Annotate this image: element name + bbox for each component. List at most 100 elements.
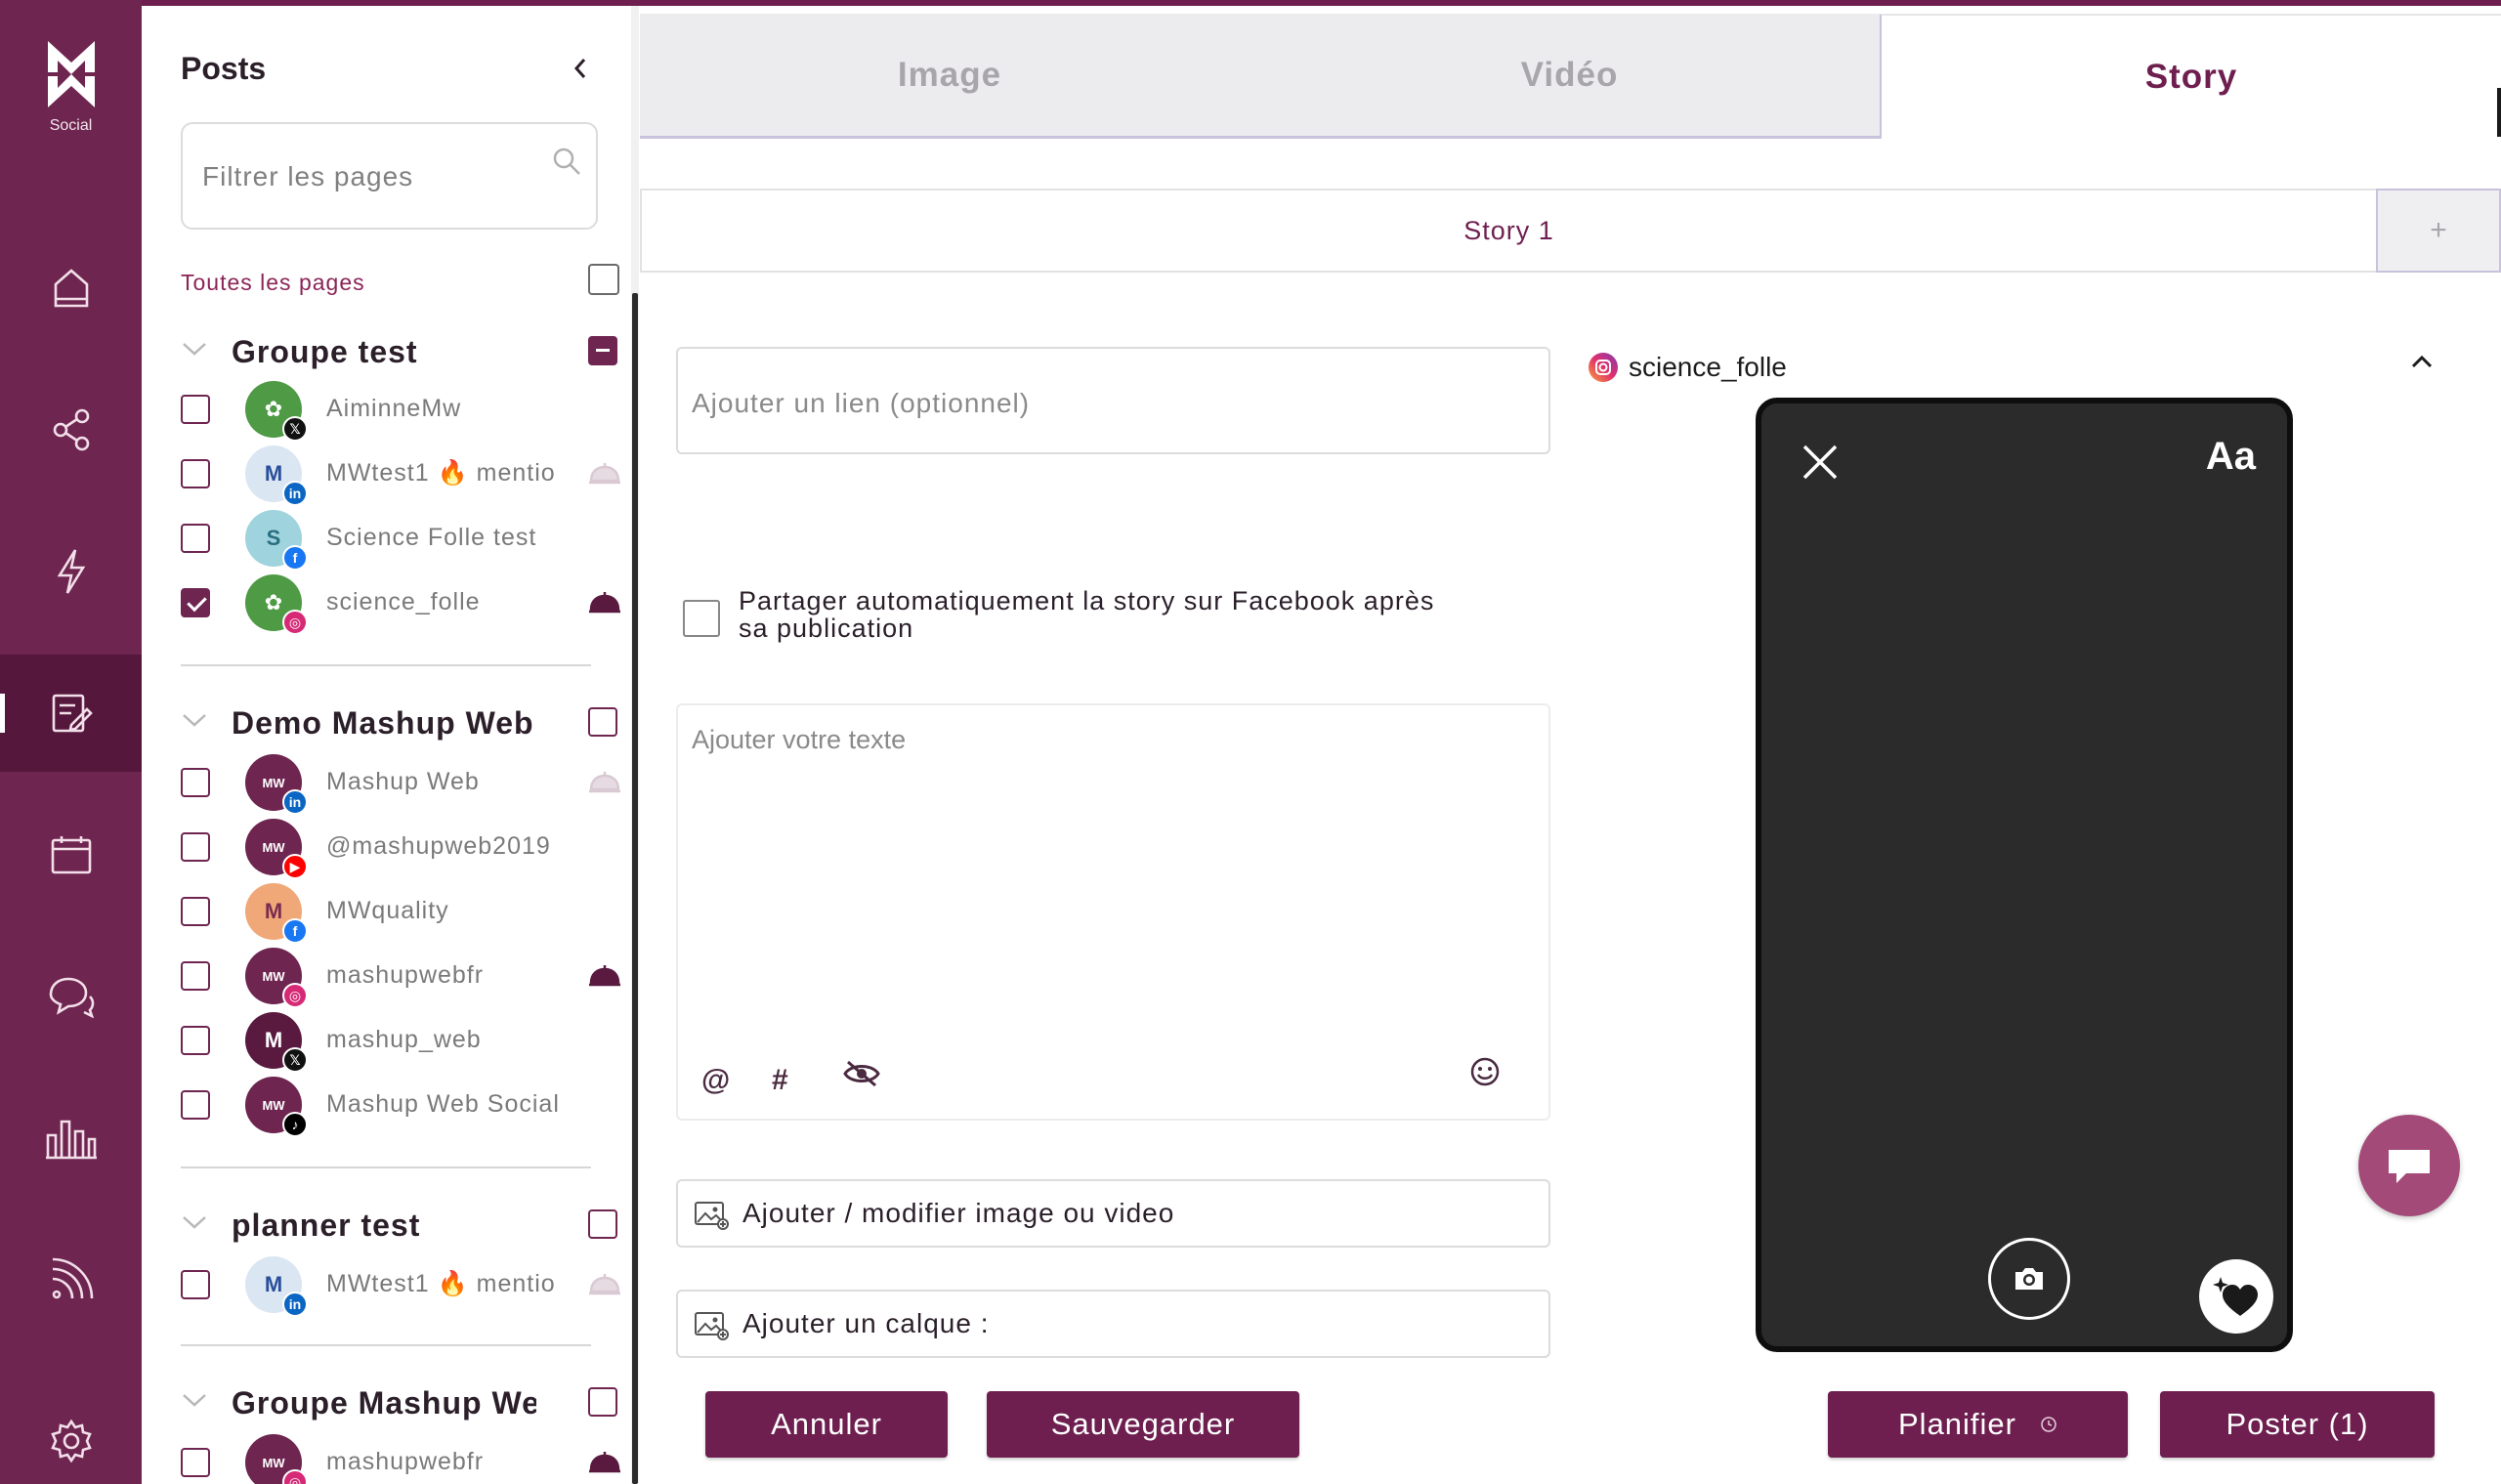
account-checkbox[interactable] xyxy=(181,524,210,553)
group-divider xyxy=(181,1166,591,1168)
filter-pages-input[interactable] xyxy=(202,157,534,196)
avatar: ✿ ◎ xyxy=(245,574,308,635)
chevron-down-icon[interactable] xyxy=(181,340,208,358)
account-checkbox[interactable] xyxy=(181,768,210,797)
account-row[interactable]: Mf MWquality xyxy=(181,879,640,944)
window-edge xyxy=(2497,88,2501,137)
emoji-icon[interactable] xyxy=(1469,1056,1501,1095)
service-bell-icon[interactable] xyxy=(588,963,621,987)
mention-button[interactable]: @ xyxy=(701,1064,730,1097)
account-checkbox[interactable] xyxy=(181,961,210,991)
nav-messages[interactable] xyxy=(0,938,142,1055)
service-bell-icon[interactable] xyxy=(588,770,621,793)
schedule-button[interactable]: Planifier xyxy=(1828,1391,2128,1458)
nav-stats[interactable] xyxy=(0,1080,142,1197)
account-row[interactable]: Sf Science Folle test xyxy=(181,506,640,571)
nav-share[interactable] xyxy=(0,371,142,488)
instagram-network-icon: ◎ xyxy=(282,610,308,635)
account-row[interactable]: MW ◎ mashupwebfr xyxy=(181,944,640,1008)
account-name: MWquality xyxy=(326,897,449,924)
share-facebook-checkbox[interactable] xyxy=(683,600,720,637)
tab-image[interactable]: Image xyxy=(640,14,1259,139)
add-story-button[interactable]: + xyxy=(2376,189,2501,273)
account-checkbox[interactable] xyxy=(181,1090,210,1120)
share-facebook-label: Partager automatiquement la story sur Fa… xyxy=(739,586,1435,643)
add-media-button[interactable]: Ajouter / modifier image ou video xyxy=(676,1179,1550,1248)
group-header[interactable]: Groupe test xyxy=(181,328,630,377)
account-row[interactable]: ✿ 𝕏 AiminneMw xyxy=(181,377,640,442)
account-checkbox[interactable] xyxy=(181,459,210,488)
chevron-down-icon[interactable] xyxy=(181,1213,208,1231)
group-name: Groupe Mashup Web xyxy=(232,1385,536,1420)
instagram-icon xyxy=(1588,352,1619,388)
hashtag-button[interactable]: # xyxy=(772,1064,788,1097)
chat-support-button[interactable] xyxy=(2358,1115,2460,1216)
tab-story[interactable]: Story xyxy=(1880,14,2501,139)
account-checkbox[interactable] xyxy=(181,1448,210,1477)
tab-story-1[interactable]: Story 1 xyxy=(642,191,2376,271)
nav-home[interactable] xyxy=(0,230,142,347)
nav-feeds[interactable] xyxy=(0,1221,142,1338)
group-checkbox[interactable] xyxy=(588,1209,617,1239)
heart-sparkle-icon[interactable] xyxy=(2199,1259,2273,1334)
account-row[interactable]: MW in Mashup Web xyxy=(181,750,640,815)
service-bell-icon[interactable] xyxy=(588,1450,621,1473)
avatar: MW ◎ xyxy=(245,1434,308,1484)
add-layer-button[interactable]: Ajouter un calque : xyxy=(676,1290,1550,1358)
chevron-up-icon[interactable] xyxy=(2410,354,2434,374)
chevron-down-icon[interactable] xyxy=(181,1391,208,1409)
nav-posts[interactable] xyxy=(0,655,142,772)
nav-automation[interactable] xyxy=(0,513,142,630)
nav-calendar[interactable] xyxy=(0,796,142,913)
all-pages-checkbox[interactable] xyxy=(588,264,619,295)
account-checkbox[interactable] xyxy=(181,588,210,617)
group-checkbox[interactable] xyxy=(588,1387,617,1417)
group-header[interactable]: Demo Mashup Web xyxy=(181,700,630,748)
save-button[interactable]: Sauvegarder xyxy=(987,1391,1299,1458)
group-header[interactable]: Groupe Mashup Web xyxy=(181,1379,630,1428)
post-button[interactable]: Poster (1) xyxy=(2160,1391,2435,1458)
group-checkbox[interactable] xyxy=(588,707,617,737)
account-row[interactable]: Min MWtest1 🔥 mentio xyxy=(181,1252,640,1317)
story-text-area[interactable]: Ajouter votre texte @ # xyxy=(676,703,1550,1121)
group-header[interactable]: planner test xyxy=(181,1202,630,1251)
sidebar-title: Posts xyxy=(181,51,267,86)
tab-video[interactable]: Vidéo xyxy=(1259,14,1880,139)
linkedin-network-icon: in xyxy=(282,481,308,506)
preview-account-name: science_folle xyxy=(1629,352,1787,382)
collapse-sidebar-button[interactable] xyxy=(566,49,595,88)
group-checkbox[interactable] xyxy=(588,336,617,365)
account-row[interactable]: MW ◎ mashupwebfr xyxy=(181,1430,640,1484)
account-checkbox[interactable] xyxy=(181,832,210,862)
cancel-button[interactable]: Annuler xyxy=(705,1391,948,1458)
account-row[interactable]: MW ♪ Mashup Web Social xyxy=(181,1073,640,1137)
account-row[interactable]: M𝕏 mashup_web xyxy=(181,1008,640,1073)
filter-pages-field[interactable] xyxy=(181,122,598,230)
avatar: Sf xyxy=(245,510,308,571)
account-row[interactable]: ✿ ◎ science_folle xyxy=(181,571,640,635)
sidebar-scrollbar-thumb[interactable] xyxy=(632,293,638,1484)
service-bell-icon[interactable] xyxy=(588,461,621,485)
close-icon[interactable] xyxy=(1801,443,1840,487)
nav-settings[interactable] xyxy=(0,1382,142,1484)
link-field[interactable] xyxy=(676,347,1550,454)
service-bell-icon[interactable] xyxy=(588,1272,621,1295)
account-name: mashupwebfr xyxy=(326,961,485,989)
app-logo[interactable]: Social xyxy=(0,39,142,135)
account-checkbox[interactable] xyxy=(181,395,210,424)
text-tool-button[interactable]: Aa xyxy=(2206,435,2256,479)
account-row[interactable]: MW ▶ @mashupweb2019 xyxy=(181,815,640,879)
service-bell-icon[interactable] xyxy=(588,590,621,614)
account-checkbox[interactable] xyxy=(181,1270,210,1299)
account-checkbox[interactable] xyxy=(181,897,210,926)
account-checkbox[interactable] xyxy=(181,1026,210,1055)
chevron-down-icon[interactable] xyxy=(181,711,208,729)
main-nav-rail: Social xyxy=(0,0,142,1484)
eye-off-icon[interactable] xyxy=(842,1058,881,1097)
preview-account-header[interactable]: science_folle xyxy=(1588,348,2447,389)
link-input[interactable] xyxy=(692,384,1522,423)
youtube-network-icon: ▶ xyxy=(282,854,308,879)
account-row[interactable]: Min MWtest1 🔥 mentio xyxy=(181,442,640,506)
camera-icon[interactable] xyxy=(1988,1238,2070,1320)
calendar-icon xyxy=(51,836,91,874)
